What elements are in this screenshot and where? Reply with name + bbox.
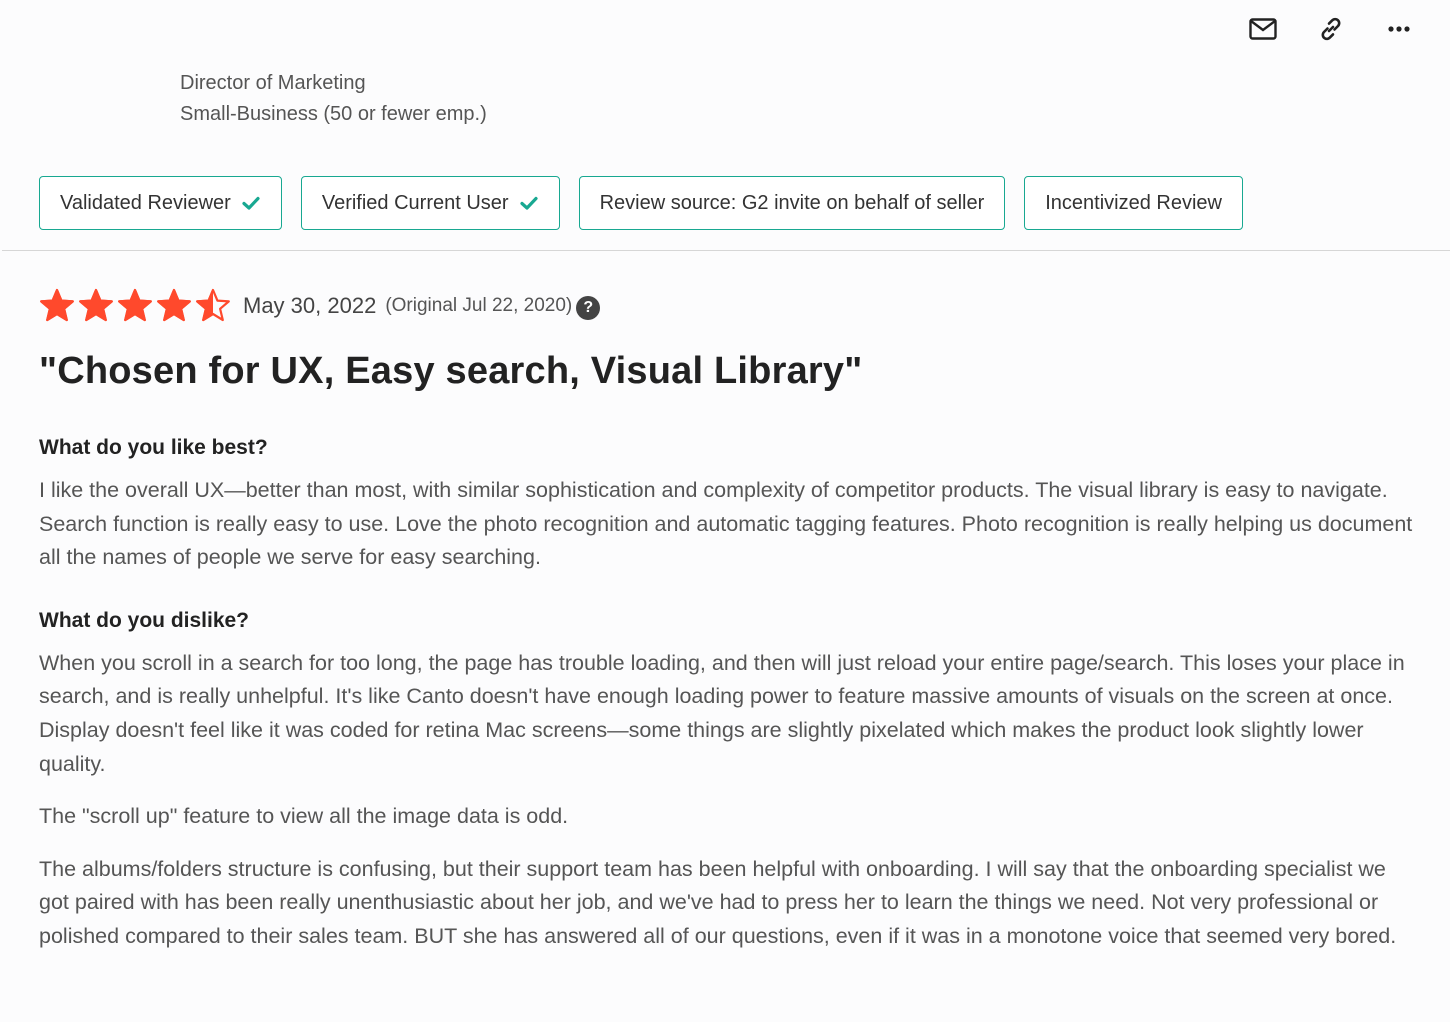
checkmark-icon — [519, 196, 538, 210]
help-icon[interactable]: ? — [576, 296, 601, 320]
star-rating — [39, 288, 231, 324]
badge-label: Incentivized Review — [1045, 191, 1222, 214]
badge-label: Validated Reviewer — [60, 191, 231, 214]
review-actions — [1248, 14, 1414, 44]
original-date: (Original Jul 22, 2020) — [385, 295, 573, 316]
star-full-icon — [40, 288, 74, 322]
answer-paragraph: The albums/folders structure is confusin… — [39, 856, 1397, 948]
question-heading: What do you like best? — [39, 436, 268, 459]
checkmark-icon — [242, 196, 260, 210]
review-title: "Chosen for UX, Easy search, Visual Libr… — [39, 350, 863, 392]
section-dislike: What do you dislike? When you scroll in … — [39, 609, 1419, 954]
answer-paragraph: When you scroll in a search for too long… — [39, 650, 1405, 776]
envelope-icon — [1249, 18, 1277, 40]
star-half-icon — [196, 288, 230, 322]
answer-paragraph: The "scroll up" feature to view all the … — [39, 804, 569, 829]
rating-row: May 30, 2022 (Original Jul 22, 2020) ? — [39, 288, 601, 324]
badge-label: Verified Current User — [321, 191, 509, 214]
badge-verified-current-user[interactable]: Verified Current User — [300, 176, 560, 230]
link-icon — [1321, 17, 1341, 41]
question-heading: What do you dislike? — [39, 608, 250, 632]
divider — [2, 250, 1450, 251]
badge-incentivized-review[interactable]: Incentivized Review — [1024, 176, 1243, 230]
more-options-button[interactable] — [1384, 14, 1414, 44]
more-horizontal-icon — [1388, 26, 1410, 32]
copy-link-button[interactable] — [1316, 14, 1346, 44]
review-card: Director of Marketing Small-Business (50… — [0, 0, 1450, 1022]
email-button[interactable] — [1248, 14, 1278, 44]
reviewer-info: Director of Marketing Small-Business (50… — [180, 68, 487, 130]
badge-validated-reviewer[interactable]: Validated Reviewer — [39, 176, 282, 230]
review-date: May 30, 2022 — [243, 293, 377, 318]
review-badges: Validated Reviewer Verified Current User… — [39, 176, 1243, 230]
section-like-best: What do you like best? I like the overal… — [39, 436, 1419, 575]
review-body: What do you like best? I like the overal… — [39, 436, 1419, 973]
star-full-icon — [118, 288, 152, 322]
reviewer-title: Director of Marketing — [180, 72, 366, 94]
star-full-icon — [79, 288, 113, 322]
reviewer-segment: Small-Business (50 or fewer emp.) — [180, 103, 487, 125]
star-full-icon — [157, 288, 191, 322]
badge-label: Review source: G2 invite on behalf of se… — [599, 191, 985, 214]
answer-paragraph: I like the overall UX—better than most, … — [39, 478, 1413, 570]
badge-review-source[interactable]: Review source: G2 invite on behalf of se… — [578, 176, 1006, 230]
